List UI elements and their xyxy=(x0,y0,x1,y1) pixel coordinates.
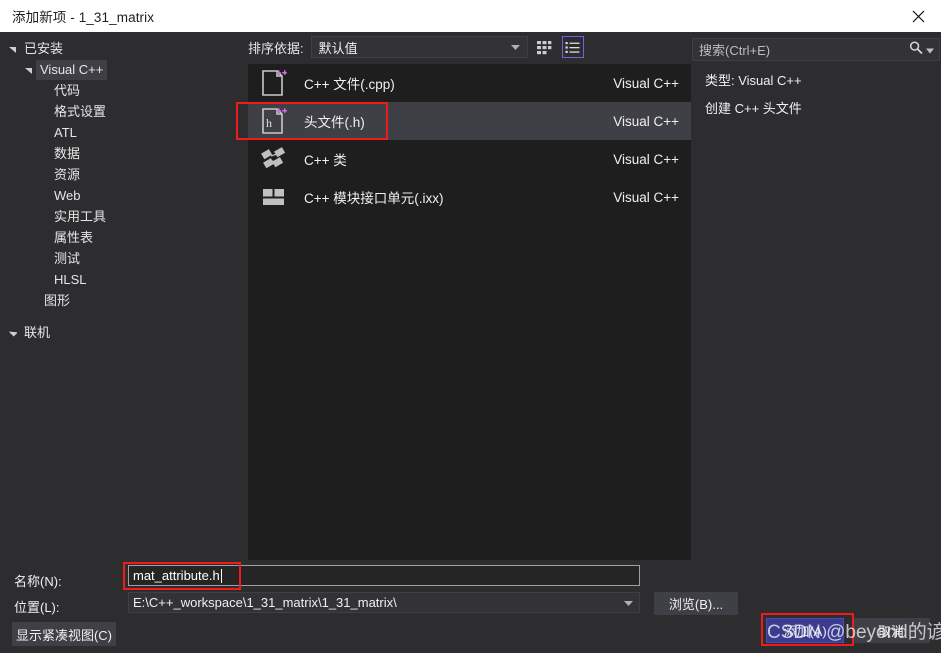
tree-item-utility[interactable]: 实用工具 xyxy=(0,206,242,227)
tree-item-label: 格式设置 xyxy=(54,103,107,119)
tree-item-label: Visual C++ xyxy=(36,59,108,80)
list-view-icon[interactable] xyxy=(561,36,584,58)
tree-item-online[interactable]: 联机 xyxy=(0,322,242,343)
tree-item-hlsl[interactable]: HLSL xyxy=(0,269,242,290)
tree-item-label: 已安装 xyxy=(24,40,64,56)
tree-item-label: HLSL xyxy=(54,271,87,287)
installed-tree-panel: 已安装 Visual C++ 代码 格式设置 ATL 数据 资源 Web 实用工… xyxy=(0,32,242,551)
tree-item-resource[interactable]: 资源 xyxy=(0,164,242,185)
sort-by-label: 排序依据: xyxy=(248,40,304,56)
tree-item-atl[interactable]: ATL xyxy=(0,122,242,143)
chevron-right-icon xyxy=(6,329,20,337)
location-label: 位置(L): xyxy=(14,600,60,615)
list-item-source: Visual C++ xyxy=(613,113,679,129)
tree-item-installed[interactable]: 已安装 xyxy=(0,38,242,59)
tree-item-formatting[interactable]: 格式设置 xyxy=(0,101,242,122)
name-input-value: mat_attribute.h xyxy=(133,568,220,583)
chevron-down-icon xyxy=(22,66,36,74)
list-item-label: C++ 模块接口单元(.ixx) xyxy=(304,191,444,206)
list-item-source: Visual C++ xyxy=(613,189,679,205)
close-icon[interactable] xyxy=(895,0,941,32)
detail-description: 创建 C++ 头文件 xyxy=(705,101,802,116)
template-list: C++ 文件(.cpp) Visual C++ h 头文件(.h) Visual… xyxy=(248,64,691,560)
details-panel: 搜索(Ctrl+E) 类型: Visual C++ 创建 C++ 头文件 xyxy=(691,32,941,551)
name-input[interactable]: mat_attribute.h xyxy=(128,565,640,586)
detail-type: 类型: Visual C++ xyxy=(705,73,802,88)
cancel-button[interactable]: 取消 xyxy=(852,618,930,643)
tree-item-label: 属性表 xyxy=(54,229,94,245)
tree-item-label: 图形 xyxy=(44,292,71,308)
add-button[interactable]: 添加(A) xyxy=(766,618,844,643)
text-cursor xyxy=(220,568,222,583)
list-item[interactable]: h 头文件(.h) Visual C++ xyxy=(248,102,691,140)
tree-item-label: 数据 xyxy=(54,145,81,161)
list-item[interactable]: C++ 模块接口单元(.ixx) Visual C++ xyxy=(248,178,691,216)
location-input[interactable]: E:\C++_workspace\1_31_matrix\1_31_matrix… xyxy=(128,592,640,613)
cpp-module-icon xyxy=(258,181,290,213)
location-input-value: E:\C++_workspace\1_31_matrix\1_31_matrix… xyxy=(133,595,397,610)
tree-item-label: 测试 xyxy=(54,250,81,266)
show-compact-view-button[interactable]: 显示紧凑视图(C) xyxy=(12,622,116,646)
sort-by-value: 默认值 xyxy=(318,40,358,56)
list-item[interactable]: C++ 类 Visual C++ xyxy=(248,140,691,178)
tree-item-label: Web xyxy=(54,187,81,203)
list-toolbar: 排序依据: 默认值 xyxy=(242,32,692,62)
list-item[interactable]: C++ 文件(.cpp) Visual C++ xyxy=(248,64,691,102)
list-item-source: Visual C++ xyxy=(613,151,679,167)
details-text: 类型: Visual C++ 创建 C++ 头文件 xyxy=(691,70,941,126)
tree-item-visual-cpp[interactable]: Visual C++ xyxy=(0,59,242,80)
tree-item-label: 联机 xyxy=(24,324,51,340)
sort-by-dropdown[interactable]: 默认值 xyxy=(310,36,528,58)
tree-item-data[interactable]: 数据 xyxy=(0,143,242,164)
browse-button[interactable]: 浏览(B)... xyxy=(654,592,738,615)
cpp-class-icon xyxy=(258,143,290,175)
title-bar: 添加新项 - 1_31_matrix xyxy=(0,0,941,32)
add-new-item-dialog: 添加新项 - 1_31_matrix 已安装 Visual C++ 代码 格式设 xyxy=(0,0,941,653)
search-input[interactable]: 搜索(Ctrl+E) xyxy=(692,38,940,61)
search-placeholder: 搜索(Ctrl+E) xyxy=(699,43,771,58)
tree-item-label: 实用工具 xyxy=(54,208,107,224)
list-item-label: 头文件(.h) xyxy=(304,115,365,130)
list-item-label: C++ 文件(.cpp) xyxy=(304,77,395,92)
tree-item-label: 代码 xyxy=(54,82,81,98)
chevron-down-icon xyxy=(6,45,20,53)
chevron-down-icon xyxy=(624,594,633,612)
tree-item-web[interactable]: Web xyxy=(0,185,242,206)
name-label: 名称(N): xyxy=(14,574,62,589)
tree-item-code[interactable]: 代码 xyxy=(0,80,242,101)
svg-text:h: h xyxy=(266,116,272,130)
tree-item-graphics[interactable]: 图形 xyxy=(0,290,242,311)
grid-view-icon[interactable] xyxy=(534,36,556,58)
header-file-icon: h xyxy=(258,105,290,137)
tree-item-test[interactable]: 测试 xyxy=(0,248,242,269)
cpp-file-icon xyxy=(258,67,290,99)
tree-item-label: 资源 xyxy=(54,166,81,182)
chevron-down-icon xyxy=(510,38,520,56)
tree-item-label: ATL xyxy=(54,124,77,140)
list-item-label: C++ 类 xyxy=(304,153,347,168)
tree-item-property-sheets[interactable]: 属性表 xyxy=(0,227,242,248)
chevron-down-icon[interactable] xyxy=(926,41,934,59)
dialog-title: 添加新项 - 1_31_matrix xyxy=(12,10,155,25)
search-icon[interactable] xyxy=(909,40,923,59)
list-item-source: Visual C++ xyxy=(613,75,679,91)
